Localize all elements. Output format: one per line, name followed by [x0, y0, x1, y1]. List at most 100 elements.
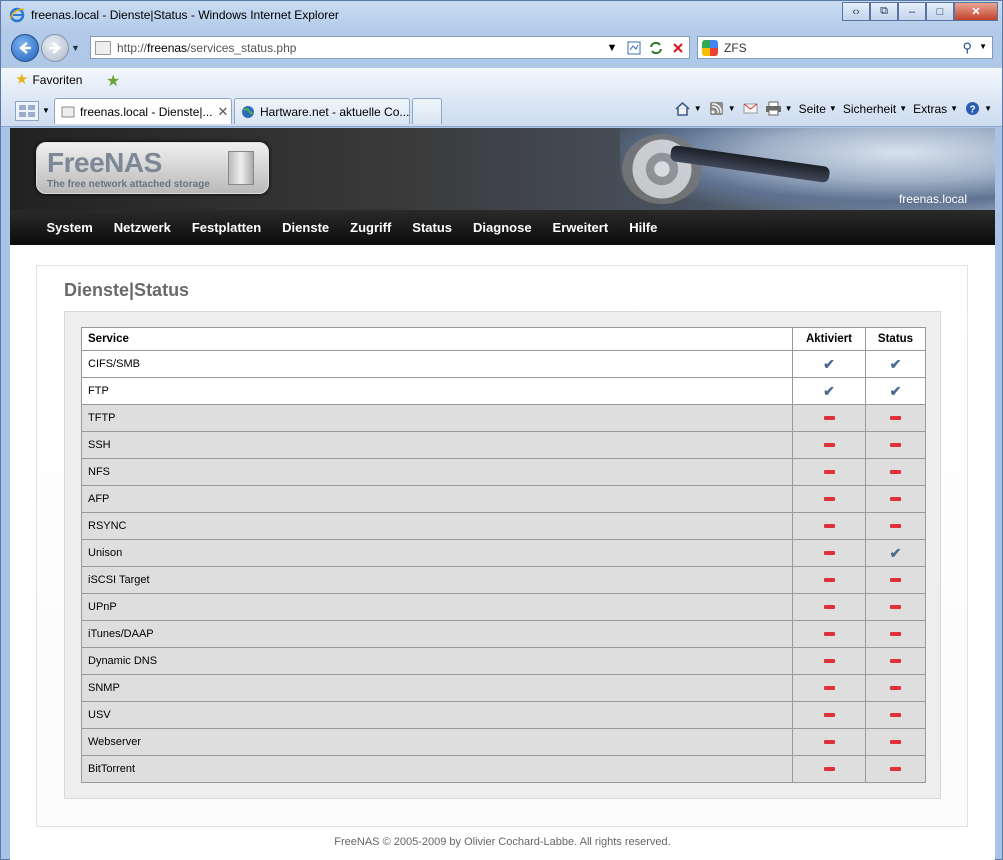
table-row: iSCSI Target [81, 566, 926, 594]
favorites-button[interactable]: ★ Favoriten [15, 72, 83, 87]
compatibility-view-icon[interactable] [625, 39, 643, 56]
service-name: BitTorrent [81, 755, 793, 783]
nav-diagnose[interactable]: Diagnose [473, 220, 532, 235]
favorites-label: Favoriten [32, 73, 83, 87]
favorites-bar: ★ Favoriten ★ [1, 67, 1002, 95]
nav-status[interactable]: Status [412, 220, 452, 235]
globe-icon [242, 105, 254, 118]
minus-icon [890, 659, 901, 664]
nav-netzwerk[interactable]: Netzwerk [114, 220, 171, 235]
nav-hilfe[interactable]: Hilfe [629, 220, 657, 235]
home-button[interactable]: ▼ [674, 101, 702, 116]
minus-icon [823, 497, 835, 502]
arrow-left-icon [19, 42, 31, 54]
mail-button[interactable] [742, 101, 759, 116]
page-menu[interactable]: Seite ▼ [799, 102, 837, 116]
status-indicator: ✔ [865, 539, 926, 567]
tab-bar: ▼ freenas.local - Dienste|... ✕ Hartware… [1, 95, 1002, 127]
help-icon: ? [966, 102, 980, 116]
service-name: SSH [81, 431, 793, 459]
nav-erweitert[interactable]: Erweitert [553, 220, 609, 235]
window-controls: ‹› ⧉ – □ ✕ [842, 2, 998, 21]
enabled-indicator [792, 674, 866, 702]
minus-icon [890, 713, 901, 718]
table-header-row: Service Aktiviert Status [81, 327, 926, 351]
flip-button[interactable]: ‹› [842, 2, 870, 21]
minus-icon [823, 659, 835, 664]
enabled-indicator [792, 404, 866, 432]
add-favorite-icon[interactable]: ★ [106, 71, 120, 91]
arrow-right-icon [49, 42, 61, 54]
mail-icon [743, 103, 758, 114]
search-box[interactable]: ⚲ ▼ [697, 36, 993, 59]
history-dropdown[interactable]: ▼ [71, 43, 80, 53]
tab-label: Hartware.net - aktuelle Co... [260, 104, 410, 119]
address-tools: ▼ [603, 39, 687, 56]
table-row: iTunes/DAAP [81, 620, 926, 648]
help-button[interactable]: ? ▼ [964, 101, 992, 116]
minimize-button[interactable]: – [898, 2, 926, 21]
content-panel: Dienste|Status Service Aktiviert Status … [36, 265, 968, 827]
page-title: Dienste|Status [64, 280, 190, 300]
minus-icon [823, 524, 835, 529]
url-text[interactable]: http://freenas/services_status.php [117, 41, 296, 55]
minus-icon [890, 497, 901, 502]
new-tab-button[interactable] [412, 98, 442, 124]
nav-dienste[interactable]: Dienste [282, 220, 329, 235]
freenas-logo[interactable]: FreeNAS The free network attached storag… [36, 142, 269, 194]
status-indicator [865, 404, 926, 432]
security-menu[interactable]: Sicherheit ▼ [843, 102, 907, 116]
status-indicator [865, 728, 926, 756]
window-title: freenas.local - Dienste|Status - Windows… [31, 8, 339, 22]
service-name: iSCSI Target [81, 566, 793, 594]
check-icon: ✔ [889, 544, 902, 561]
search-input[interactable] [724, 40, 954, 55]
check-icon: ✔ [823, 355, 835, 372]
enabled-indicator [792, 566, 866, 594]
minus-icon [823, 578, 835, 583]
back-button[interactable] [11, 34, 39, 62]
feeds-button[interactable]: ▼ [708, 101, 736, 116]
table-row: TFTP [81, 404, 926, 432]
close-window-button[interactable]: ✕ [954, 2, 998, 21]
close-tab-icon[interactable]: ✕ [218, 104, 229, 120]
minus-icon [823, 470, 835, 475]
minus-icon [890, 416, 901, 421]
print-button[interactable]: ▼ [765, 101, 793, 116]
minus-icon [823, 551, 835, 556]
address-dropdown[interactable]: ▼ [603, 39, 621, 56]
search-provider-dropdown[interactable]: ▼ [979, 42, 987, 51]
status-indicator [865, 485, 926, 513]
refresh-icon[interactable] [647, 39, 665, 56]
minus-icon [890, 740, 901, 745]
service-name: Dynamic DNS [81, 647, 793, 675]
tab-hartware[interactable]: Hartware.net - aktuelle Co... [234, 98, 410, 124]
nav-system[interactable]: System [47, 220, 93, 235]
minus-icon [823, 713, 835, 718]
stop-icon[interactable] [669, 39, 687, 56]
forward-button[interactable] [41, 34, 69, 62]
table-row: Dynamic DNS [81, 647, 926, 675]
search-icon[interactable]: ⚲ [962, 40, 972, 56]
address-bar[interactable]: http://freenas/services_status.php ▼ [90, 36, 690, 59]
home-icon [675, 101, 690, 116]
restore-tab-button[interactable]: ⧉ [870, 2, 898, 21]
column-header-status: Status [865, 327, 926, 351]
extras-menu[interactable]: Extras ▼ [913, 102, 958, 116]
table-row: CIFS/SMB ✔ ✔ [81, 350, 926, 378]
status-indicator: ✔ [865, 377, 926, 405]
status-indicator: ✔ [865, 350, 926, 378]
maximize-button[interactable]: □ [926, 2, 954, 21]
svg-text:?: ? [970, 105, 976, 116]
tab-freenas[interactable]: freenas.local - Dienste|... ✕ [54, 98, 232, 124]
table-row: SNMP [81, 674, 926, 702]
status-indicator [865, 458, 926, 486]
google-icon [702, 39, 718, 56]
service-name: FTP [81, 377, 793, 405]
nav-zugriff[interactable]: Zugriff [350, 220, 391, 235]
quick-tabs-button[interactable] [15, 101, 39, 121]
site-header: FreeNAS The free network attached storag… [10, 128, 995, 210]
nav-festplatten[interactable]: Festplatten [192, 220, 261, 235]
title-bar[interactable]: freenas.local - Dienste|Status - Windows… [1, 1, 1002, 29]
tab-list-dropdown[interactable]: ▼ [42, 106, 50, 115]
